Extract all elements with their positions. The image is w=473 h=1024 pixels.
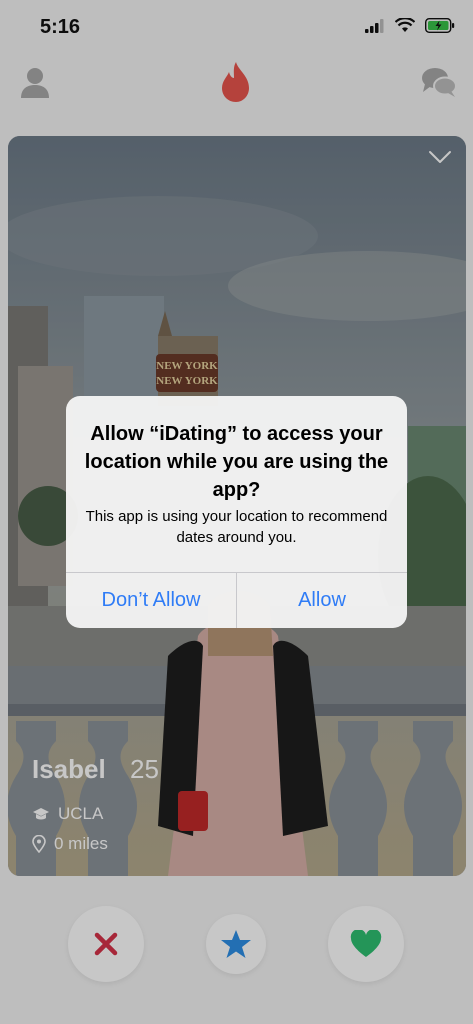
location-permission-alert: Allow “iDating” to access your location … — [66, 396, 407, 628]
allow-button[interactable]: Allow — [237, 573, 407, 628]
alert-button-row: Don’t Allow Allow — [66, 572, 407, 628]
dont-allow-button[interactable]: Don’t Allow — [66, 573, 237, 628]
alert-title: Allow “iDating” to access your location … — [84, 423, 389, 501]
alert-message: This app is using your location to recom… — [85, 508, 388, 546]
